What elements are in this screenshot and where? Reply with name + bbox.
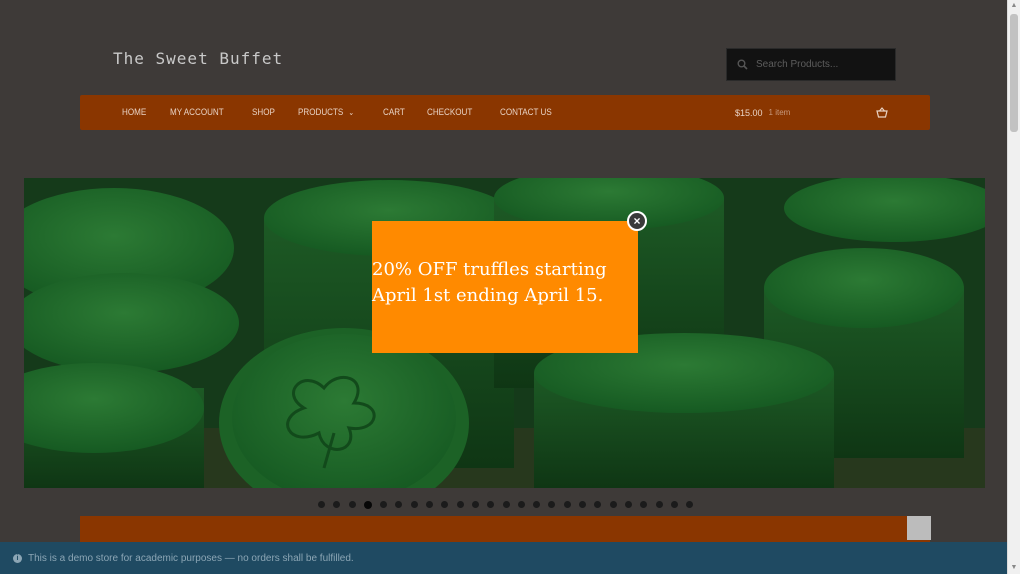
slider-dot[interactable] [640,501,648,508]
scrollbar-thumb[interactable] [1010,14,1018,132]
slider-dot[interactable] [441,501,449,508]
slider-dot[interactable] [548,501,556,508]
slider-dot[interactable] [318,501,325,508]
page: The Sweet Buffet Home My Account Shop Pr… [0,0,1008,574]
chevron-down-icon: ⌄ [348,108,354,117]
page-scrollbar[interactable]: ▲ ▼ [1007,0,1020,574]
cart-summary[interactable]: $15.00 1 item [735,95,790,130]
nav-item-contact-us[interactable]: Contact Us [500,107,552,118]
nav-item-shop[interactable]: Shop [252,107,275,118]
slider-pagination [318,500,701,509]
close-icon[interactable]: × [627,211,647,231]
demo-notice-text: This is a demo store for academic purpos… [28,552,354,564]
back-to-top-button[interactable] [907,516,931,540]
scroll-down-arrow-icon[interactable]: ▼ [1010,563,1018,573]
slider-dot[interactable] [579,501,587,508]
slider-dot[interactable] [348,501,356,508]
slider-dot[interactable] [655,501,663,508]
cart-total: $15.00 [735,107,763,118]
slider-dot[interactable] [624,501,632,508]
slider-dot[interactable] [517,501,525,508]
promo-popup: 20% OFF truffles starting April 1st endi… [372,221,638,353]
slider-dot[interactable] [487,501,495,508]
slider-dot[interactable] [471,501,479,508]
slider-dot[interactable] [502,501,510,508]
nav-item-products-label: Products [297,107,343,118]
nav-item-home[interactable]: Home [122,107,146,118]
slider-dot[interactable] [426,501,434,508]
slider-dot[interactable] [594,501,602,508]
nav-item-my-account[interactable]: My Account [170,107,224,118]
slider-dot[interactable] [563,501,571,508]
nav-item-products[interactable]: Products ⌄ [298,107,354,118]
main-navigation: Home My Account Shop Products ⌄ Cart Che… [80,95,930,130]
info-icon: i [13,553,22,563]
nav-item-checkout[interactable]: Checkout [427,107,472,118]
slider-dot[interactable] [410,501,418,508]
scroll-up-arrow-icon[interactable]: ▲ [1010,1,1018,11]
nav-item-cart[interactable]: Cart [383,107,405,118]
slider-dot[interactable] [686,501,694,508]
promo-message: 20% OFF truffles starting April 1st endi… [372,259,607,306]
slider-dot[interactable] [333,501,341,508]
slider-dot[interactable] [533,501,541,508]
demo-store-notice: i This is a demo store for academic purp… [0,542,1008,574]
search-icon [737,59,748,70]
slider-dot[interactable] [380,501,388,508]
search-box[interactable] [726,48,896,81]
slider-dot[interactable] [395,501,403,508]
slider-dot[interactable] [363,500,372,509]
cart-item-count: 1 item [768,108,791,117]
slider-dot[interactable] [456,501,464,508]
search-input[interactable] [754,58,888,71]
site-title[interactable]: The Sweet Buffet [113,49,283,68]
slider-dot[interactable] [670,501,678,508]
basket-icon[interactable] [876,107,888,118]
slider-dot[interactable] [609,501,617,508]
